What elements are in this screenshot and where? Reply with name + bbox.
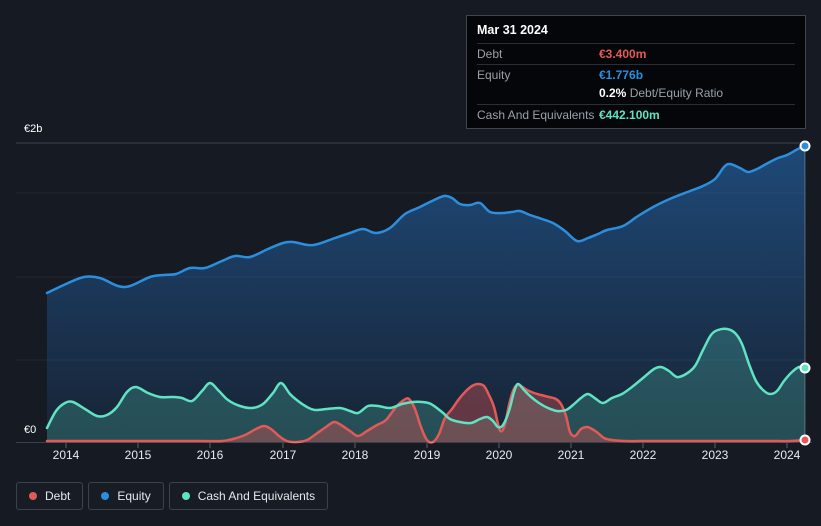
tooltip-date: Mar 31 2024 (477, 21, 795, 44)
tooltip-ratio-caption: Debt/Equity Ratio (629, 86, 724, 100)
tooltip-equity-value: €1.776b (599, 68, 644, 82)
x-axis-label: 2023 (702, 448, 729, 462)
x-axis-label: 2015 (125, 448, 152, 462)
tooltip-cash-label: Cash And Equivalents (477, 108, 595, 122)
y-axis-label-top: €2b (24, 123, 43, 135)
tooltip-cash-value: €442.100m (599, 108, 660, 122)
tooltip-row-debt: Debt €3.400m (477, 44, 795, 65)
x-axis-label: 2019 (414, 448, 441, 462)
x-axis-label: 2016 (197, 448, 224, 462)
chart-panel: 2014 2015 2016 2017 2018 2019 2020 2021 2022 2023… (0, 0, 821, 526)
debt-end-marker (799, 434, 811, 446)
legend-debt-label: Debt (45, 489, 71, 503)
tooltip-debt-label: Debt (477, 47, 503, 61)
x-axis-label: 2024 (774, 448, 801, 462)
tooltip-row-cash: Cash And Equivalents €442.100m (477, 105, 795, 125)
tooltip-debt-equity-ratio: 0.2% Debt/Equity Ratio (477, 85, 795, 105)
legend-item-cash[interactable]: Cash And Equivalents (168, 482, 329, 510)
tooltip-equity-label: Equity (477, 68, 511, 82)
cash-end-marker (799, 362, 811, 374)
x-axis-label: 2022 (630, 448, 657, 462)
equity-series-dot-icon (101, 492, 110, 500)
tooltip-row-equity: Equity €1.776b (477, 65, 795, 85)
legend-equity-label: Equity (117, 489, 151, 503)
y-axis-label-bottom: €0 (24, 424, 37, 436)
x-axis-label: 2018 (342, 448, 369, 462)
hover-tooltip: Mar 31 2024 Debt €3.400m Equity €1.776b … (466, 15, 806, 129)
x-axis-label: 2021 (558, 448, 585, 462)
equity-end-marker (799, 140, 811, 152)
legend-item-debt[interactable]: Debt (16, 482, 84, 510)
legend-item-equity[interactable]: Equity (88, 482, 164, 510)
x-axis-label: 2014 (53, 448, 80, 462)
cash-series-dot-icon (181, 492, 190, 500)
legend-cash-label: Cash And Equivalents (197, 489, 316, 503)
debt-series-dot-icon (29, 492, 37, 500)
x-axis-label: 2020 (486, 448, 513, 462)
chart-legend: Debt Equity Cash And Equivalents (16, 482, 329, 510)
tooltip-ratio-value: 0.2% (599, 86, 627, 100)
x-axis-label: 2017 (270, 448, 297, 462)
tooltip-debt-value: €3.400m (599, 47, 647, 61)
